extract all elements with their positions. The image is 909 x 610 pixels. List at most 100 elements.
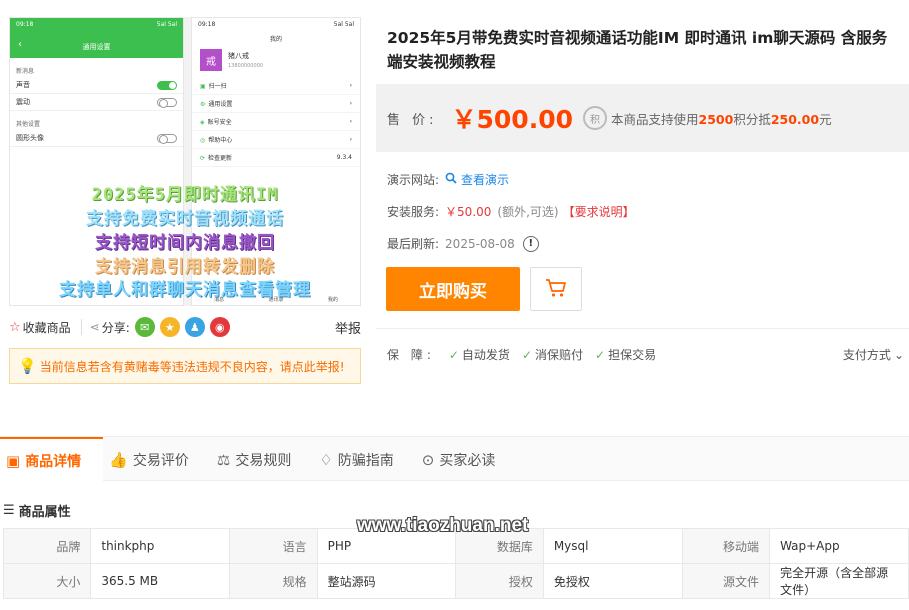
exclamation-icon[interactable]: ! [522, 235, 539, 252]
attr-key: 大小 [2, 563, 92, 599]
version-label: 9.3.4 [336, 154, 352, 161]
cart-icon [545, 278, 567, 301]
attr-key: 授权 [455, 563, 544, 599]
share-icon: ⋖ [89, 320, 100, 334]
setting-label: 圆形头像 [16, 134, 44, 142]
profile-card: 戒 猪八戒 13800000000 [192, 43, 360, 77]
guarantee-row: 保 障: ✓ 自动发货 ✓ 消保赔付 ✓ 担保交易 支付方式 ⌄ [387, 346, 904, 363]
install-note: (额外,可选) [497, 205, 559, 219]
status-time: 09:18 [16, 21, 34, 28]
check-circle-icon: ✓ [595, 347, 606, 362]
tab-buyer-notes[interactable]: ⊙ 买家必读 [416, 437, 518, 482]
guarantee-item: ✓ 担保交易 [595, 347, 657, 363]
notice-text: 当前信息若含有黄赌毒等违法违规不良内容，请点此举报! [39, 359, 345, 374]
report-link[interactable]: 举报 [335, 318, 361, 337]
chevron-right-icon: › [349, 118, 352, 125]
help-icon: ◎ [200, 137, 206, 144]
settings-icon: ⚙ [200, 101, 206, 108]
tab-label: 交易规则 [235, 452, 292, 469]
attr-key: 语言 [229, 528, 318, 564]
toggle-off-icon [157, 97, 177, 108]
promo-line: 支持消息引用转发删除 [95, 257, 275, 277]
shop-bag-icon: ▣ [6, 451, 21, 470]
tab-label: 买家必读 [439, 452, 496, 469]
status-signal: 5al 5al [333, 21, 354, 28]
promo-line: 2025年5月即时通讯IM [91, 185, 279, 205]
setting-label: 声音 [16, 81, 30, 89]
attr-key: 源文件 [681, 563, 771, 599]
product-preview-image[interactable]: 09:18 5al 5al ‹ 通用设置 新消息 声音 震动 其他设置 圆形头像 [9, 17, 361, 306]
price-label: 售 价: [387, 112, 438, 128]
payment-methods-label: 支付方式 [842, 348, 891, 362]
chevron-right-icon: › [349, 82, 352, 89]
report-notice[interactable]: 💡 当前信息若含有黄赌毒等违法违规不良内容，请点此举报! [9, 348, 361, 384]
chevron-down-icon: ⌄ [893, 347, 904, 362]
buy-now-button[interactable]: 立即购买 [386, 267, 520, 311]
menu-row: ⟳ 检查更新 9.3.4 [192, 149, 360, 167]
menu-label: 帮助中心 [208, 137, 233, 144]
check-circle-icon: ✓ [521, 347, 532, 362]
install-requirements-link[interactable]: 【要求说明】 [563, 203, 635, 220]
weibo-icon[interactable]: ◉ [209, 317, 230, 337]
install-price: ￥50.00 [445, 205, 492, 219]
attributes-title-label: 商品属性 [18, 505, 71, 520]
settings-title: 通用设置 [82, 43, 111, 51]
install-label: 安装服务: [387, 205, 440, 219]
price-value: ￥500.00 [451, 105, 573, 134]
menu-row: ◈ 账号安全 › [192, 113, 360, 131]
profile-title: 我的 [269, 36, 282, 43]
promo-line: 支持短时间内消息撤回 [95, 233, 275, 253]
table-row: 大小 365.5 MB 规格 整站源码 授权 免授权 源文件 完全开源（含全部源… [2, 563, 909, 599]
search-icon [445, 172, 457, 187]
share-label: 分享: [101, 320, 130, 335]
settings-header: 09:18 5al 5al ‹ 通用设置 [10, 18, 183, 58]
list-search-icon: ☰ [3, 503, 15, 518]
attr-value: Wap+App [769, 528, 909, 564]
tab-trade-rules[interactable]: ⚖ 交易规则 [211, 437, 313, 482]
toggle-off-icon [157, 133, 177, 144]
status-bar: 09:18 5al 5al [10, 18, 183, 32]
qq-icon[interactable]: ♟ [184, 317, 205, 337]
guarantee-label: 保 障: [387, 348, 435, 362]
add-to-cart-button[interactable] [530, 267, 582, 311]
menu-row: ▣ 扫一扫 › [192, 77, 360, 95]
attributes-title: ☰ 商品属性 [3, 501, 71, 520]
demo-label: 演示网站: [387, 173, 440, 187]
user-id: 13800000000 [228, 63, 263, 69]
refresh-row: 最后刷新: 2025-08-08 ! [387, 235, 539, 252]
attr-value: 整站源码 [316, 563, 457, 599]
promo-line: 支持单人和群聊天消息查看管理 [59, 280, 311, 300]
payment-methods-dropdown[interactable]: 支付方式 ⌄ [843, 346, 904, 363]
divider [80, 319, 82, 335]
demo-link[interactable]: 查看演示 [445, 171, 509, 188]
points-icon: 积 [583, 106, 607, 130]
attr-value: thinkphp [90, 528, 231, 564]
tab-product-details[interactable]: ▣ 商品详情 [0, 437, 104, 482]
tab-anti-fraud[interactable]: ♢ 防骗指南 [313, 437, 415, 482]
guarantee-item: ✓ 自动发货 [448, 347, 510, 363]
attr-key: 品牌 [2, 528, 92, 564]
star-outline-icon: ☆ [9, 319, 21, 335]
thumbs-up-icon: 👍 [109, 450, 128, 469]
tab-label: 商品详情 [25, 453, 82, 470]
back-arrow-icon: ‹ [18, 39, 22, 50]
compass-icon: ⊙ [421, 450, 435, 469]
menu-row: ⚙ 通用设置 › [192, 95, 360, 113]
star-icon[interactable]: ★ [159, 317, 180, 337]
wechat-icon[interactable]: ✉ [134, 317, 155, 337]
watermark: www.tiaozhuan.net [357, 515, 529, 536]
status-signal: 5al 5al [156, 21, 177, 28]
attributes-table: 品牌 thinkphp 语言 PHP 数据库 Mysql 移动端 Wap+App… [2, 528, 909, 599]
favorite-button[interactable]: ☆ 收藏商品 [9, 319, 71, 336]
tab-reviews[interactable]: 👍 交易评价 [103, 437, 211, 482]
detail-tabs: ▣ 商品详情 👍 交易评价 ⚖ 交易规则 ♢ 防骗指南 ⊙ 买家必读 [0, 436, 909, 482]
attr-value: 完全开源（含全部源文件） [769, 563, 909, 599]
setting-row-vibrate: 震动 [10, 94, 183, 111]
promo-line: 支持免费实时音视频通话 [86, 209, 284, 229]
scale-icon: ⚖ [216, 450, 231, 469]
tab-label: 防骗指南 [337, 452, 394, 469]
guarantee-item: ✓ 消保赔付 [521, 347, 584, 363]
menu-label: 通用设置 [208, 101, 233, 108]
attr-key: 规格 [229, 563, 318, 599]
menu-label: 检查更新 [208, 155, 233, 162]
